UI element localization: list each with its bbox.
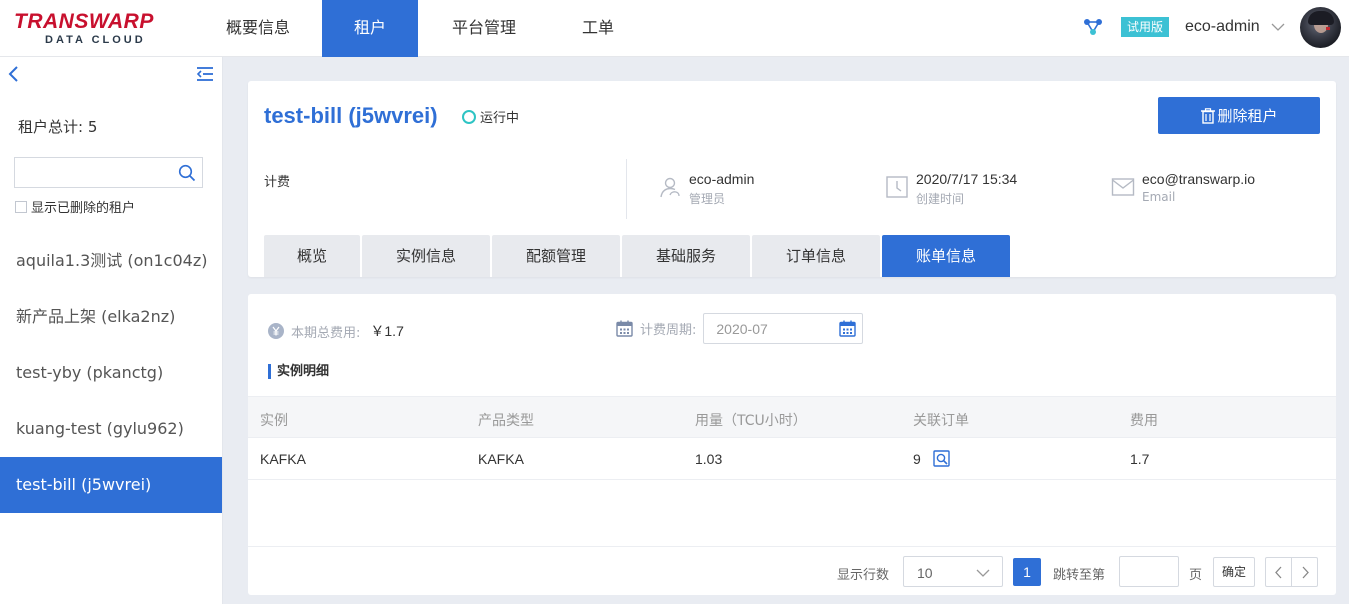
jump-page-input[interactable] [1119,556,1179,587]
instance-table: 实例 产品类型 用量（TCU小时） 关联订单 费用 KAFKA KAFKA 1.… [248,396,1336,480]
cell-instance: KAFKA [260,451,306,467]
tenant-title: test-bill (j5wvrei) [264,103,438,128]
tenant-item[interactable]: 新产品上架 (elka2nz) [0,289,222,345]
billing-period-picker[interactable]: 2020-07 [703,313,864,344]
user-menu[interactable]: eco-admin [1185,18,1260,36]
email-label: Email [1142,190,1176,204]
tab-overview[interactable]: 概览 [264,235,360,277]
cell-product: KAFKA [478,451,524,467]
rows-per-page-value: 10 [917,565,933,581]
avatar[interactable] [1300,7,1341,48]
pagination: 显示行数 10 1 跳转至第 页 确定 [248,546,1336,595]
checkbox-box[interactable] [15,200,27,213]
jump-confirm-button[interactable]: 确定 [1213,557,1255,587]
billing-label: 计费 [264,175,291,190]
tab-orders[interactable]: 订单信息 [752,235,880,277]
delete-tenant-button[interactable]: 删除租户 [1158,97,1320,134]
next-page-button[interactable] [1291,557,1318,587]
column-header[interactable]: 产品类型 [478,410,534,430]
column-header[interactable]: 实例 [260,410,288,430]
chevron-right-icon [1302,566,1309,579]
chevron-left-icon [1275,566,1282,579]
status-badge: 运行中 [462,107,519,126]
section-title: 实例明细 [268,364,329,379]
cell-cost: 1.7 [1130,451,1150,467]
tab-bills[interactable]: 账单信息 [882,235,1010,277]
created-value: 2020/7/17 15:34 [916,171,1018,187]
admin-value: eco-admin [689,171,755,187]
chevron-left-icon[interactable] [6,65,20,83]
topology-icon[interactable] [1083,17,1103,37]
yen-icon [268,323,284,339]
tenant-item-selected[interactable]: test-bill (j5wvrei) [0,457,222,513]
show-deleted-checkbox[interactable]: 显示已删除的租户 [15,197,135,216]
tenant-item[interactable]: aquila1.3测试 (on1c04z) [0,233,222,289]
total-cost-value: ￥1.7 [370,323,404,339]
rows-per-page-label: 显示行数 [837,568,890,583]
tab-instances[interactable]: 实例信息 [362,235,490,277]
tenant-total: 租户总计: 5 [18,118,98,136]
search-icon[interactable] [178,164,196,182]
trash-icon [1201,107,1216,124]
chevron-down-icon [976,569,990,577]
jump-to-label: 跳转至第 [1053,568,1106,583]
prev-page-button[interactable] [1265,557,1292,587]
page-unit-label: 页 [1189,568,1203,583]
cell-usage: 1.03 [695,451,723,467]
total-cost-label: 本期总费用: [291,325,361,341]
logo-brand: TRANSWARP [14,10,154,33]
status-ring-icon [462,109,476,124]
nav-tickets[interactable]: 工单 [550,0,646,57]
tenant-tabs: 概览 实例信息 配额管理 基础服务 订单信息 账单信息 [264,235,1012,277]
clock-icon [886,176,908,198]
column-header[interactable]: 用量（TCU小时） [695,410,807,430]
total-cost: 本期总费用: ￥1.7 [268,321,404,341]
view-order-icon[interactable] [933,450,950,467]
tab-quota[interactable]: 配额管理 [492,235,620,277]
admin-label: 管理员 [689,192,726,206]
show-deleted-label: 显示已删除的租户 [31,201,136,216]
tenant-item[interactable]: kuang-test (gylu962) [0,401,222,457]
column-header[interactable]: 费用 [1130,410,1158,430]
status-text: 运行中 [480,111,520,126]
collapse-menu-icon[interactable] [196,65,214,83]
tenant-search-input[interactable] [15,158,170,187]
tab-base-services[interactable]: 基础服务 [622,235,750,277]
rows-per-page-select[interactable]: 10 [903,556,1003,587]
logo-subtitle: DATA CLOUD [45,34,146,46]
delete-tenant-label: 删除租户 [1217,107,1278,125]
tenant-item[interactable]: test-yby (pkanctg) [0,345,222,401]
tenant-search [14,157,203,188]
divider [626,159,627,219]
table-header: 实例 产品类型 用量（TCU小时） 关联订单 费用 [248,396,1336,438]
mail-icon [1111,178,1135,196]
column-header[interactable]: 关联订单 [913,410,969,430]
table-row: KAFKA KAFKA 1.03 9 1.7 [248,438,1336,480]
nav-platform[interactable]: 平台管理 [418,0,550,57]
chevron-down-icon[interactable] [1271,20,1285,34]
calendar-icon [616,320,633,337]
bill-card: 本期总费用: ￥1.7 计费周期: 2020-07 实例明细 实例 产品类型 用… [248,294,1336,595]
user-icon [660,177,680,198]
billing-period-label: 计费周期: [640,323,697,338]
main-nav: 概要信息 租户 平台管理 工单 [194,0,646,57]
billing-period-value: 2020-07 [716,321,768,337]
page-number-current[interactable]: 1 [1013,558,1041,586]
tenant-detail-card: test-bill (j5wvrei) 运行中 删除租户 计费 eco-admi… [248,81,1336,277]
top-header: TRANSWARP DATA CLOUD 概要信息 租户 平台管理 工单 试用版… [0,0,1349,57]
email-value: eco@transwarp.io [1142,171,1256,187]
cell-order: 9 [913,451,921,467]
tenant-sidebar: 租户总计: 5 显示已删除的租户 aquila1.3测试 (on1c04z) 新… [0,57,223,604]
nav-overview[interactable]: 概要信息 [194,0,322,57]
nav-tenants[interactable]: 租户 [322,0,418,57]
billing-period: 计费周期: 2020-07 [616,313,864,344]
transwarp-logo[interactable]: TRANSWARP DATA CLOUD [14,10,176,48]
tenant-list: aquila1.3测试 (on1c04z) 新产品上架 (elka2nz) te… [0,233,222,513]
calendar-icon[interactable] [839,320,857,337]
created-label: 创建时间 [916,192,965,206]
trial-badge: 试用版 [1121,17,1169,37]
